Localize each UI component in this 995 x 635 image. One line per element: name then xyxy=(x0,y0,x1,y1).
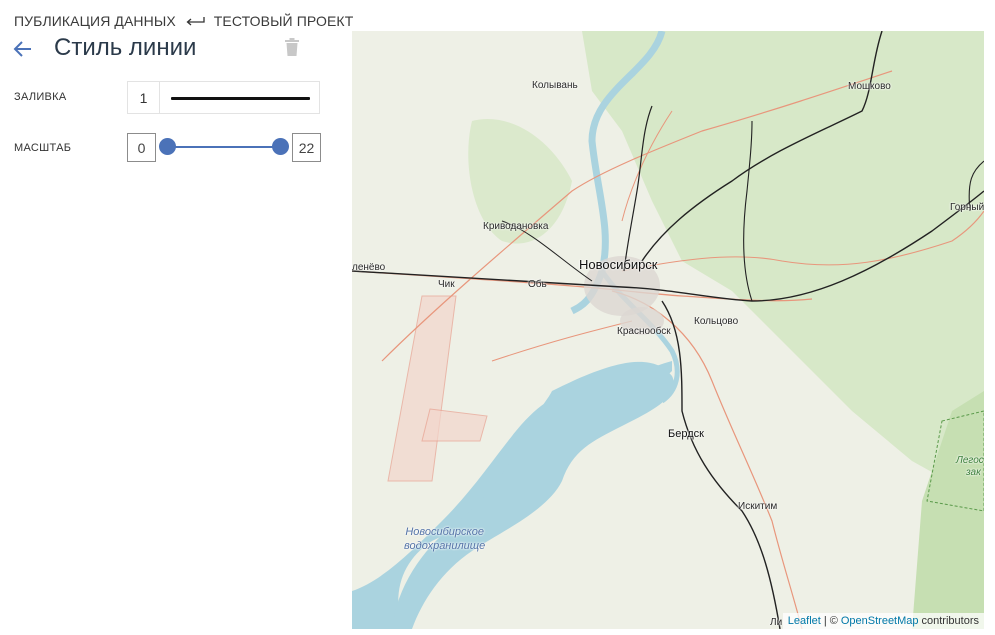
map-label-gorny: Горный xyxy=(950,202,984,213)
arrow-left-icon[interactable] xyxy=(12,38,34,60)
map-label-kolyvan: Колывань xyxy=(532,80,578,91)
map-label-koltsovo: Кольцово xyxy=(694,316,739,327)
scale-slider-max-handle[interactable] xyxy=(272,138,289,155)
map-label-li: Ли xyxy=(770,617,783,628)
scale-max-input[interactable]: 22 xyxy=(292,133,321,162)
breadcrumb-item-publication[interactable]: ПУБЛИКАЦИЯ ДАННЫХ xyxy=(14,13,176,29)
map-label-novosibirsk: Новосибирск xyxy=(579,257,658,272)
leaflet-link[interactable]: Leaflet xyxy=(788,615,821,627)
map-label-moshkovo: Мошково xyxy=(848,81,891,92)
map-label-reserve: Легос зак xyxy=(956,455,984,479)
map-label-reservoir-line2: водохранилище xyxy=(404,540,486,552)
map-label-chik: Чик xyxy=(438,279,455,290)
scale-min-input[interactable]: 0 xyxy=(127,133,156,162)
map-label-krivodanovka: Криводановка xyxy=(483,221,549,232)
map-label-krasnoobsk: Краснообск xyxy=(617,326,671,337)
map-label-reservoir: Новосибирское водохранилище xyxy=(404,525,485,553)
breadcrumb: ПУБЛИКАЦИЯ ДАННЫХ ТЕСТОВЫЙ ПРОЕКТ xyxy=(14,12,353,30)
fill-label: ЗАЛИВКА xyxy=(14,91,67,103)
scale-slider-track[interactable] xyxy=(168,146,281,148)
attribution-separator: | © xyxy=(823,615,838,627)
map-attribution: Leaflet | © OpenStreetMap contributors xyxy=(782,613,984,629)
attribution-contributors: contributors xyxy=(921,615,979,627)
line-preview[interactable] xyxy=(171,97,310,100)
map-label-reserve-line2: зак xyxy=(966,467,981,478)
openstreetmap-link[interactable]: OpenStreetMap xyxy=(841,615,919,627)
scale-label: МАСШТАБ xyxy=(14,142,72,154)
fill-control[interactable]: 1 xyxy=(127,81,320,114)
map-view[interactable]: Колывань Мошково Горный Криводановка Нов… xyxy=(352,31,984,629)
map-label-ob: Обь xyxy=(528,279,547,290)
trash-icon[interactable] xyxy=(284,38,302,58)
panel-header: Стиль линии xyxy=(12,34,312,64)
return-arrow-icon xyxy=(184,14,206,28)
map-label-berdsk: Бердск xyxy=(668,428,704,440)
map-label-lenevo: ленёво xyxy=(352,262,386,273)
page-title: Стиль линии xyxy=(54,34,197,61)
map-label-reserve-line1: Легос xyxy=(956,455,984,466)
map-label-reservoir-line1: Новосибирское xyxy=(405,526,484,538)
breadcrumb-item-project[interactable]: ТЕСТОВЫЙ ПРОЕКТ xyxy=(214,13,354,29)
scale-slider-min-handle[interactable] xyxy=(159,138,176,155)
map-label-iskitim: Искитим xyxy=(738,501,778,512)
line-width-value[interactable]: 1 xyxy=(128,82,160,113)
